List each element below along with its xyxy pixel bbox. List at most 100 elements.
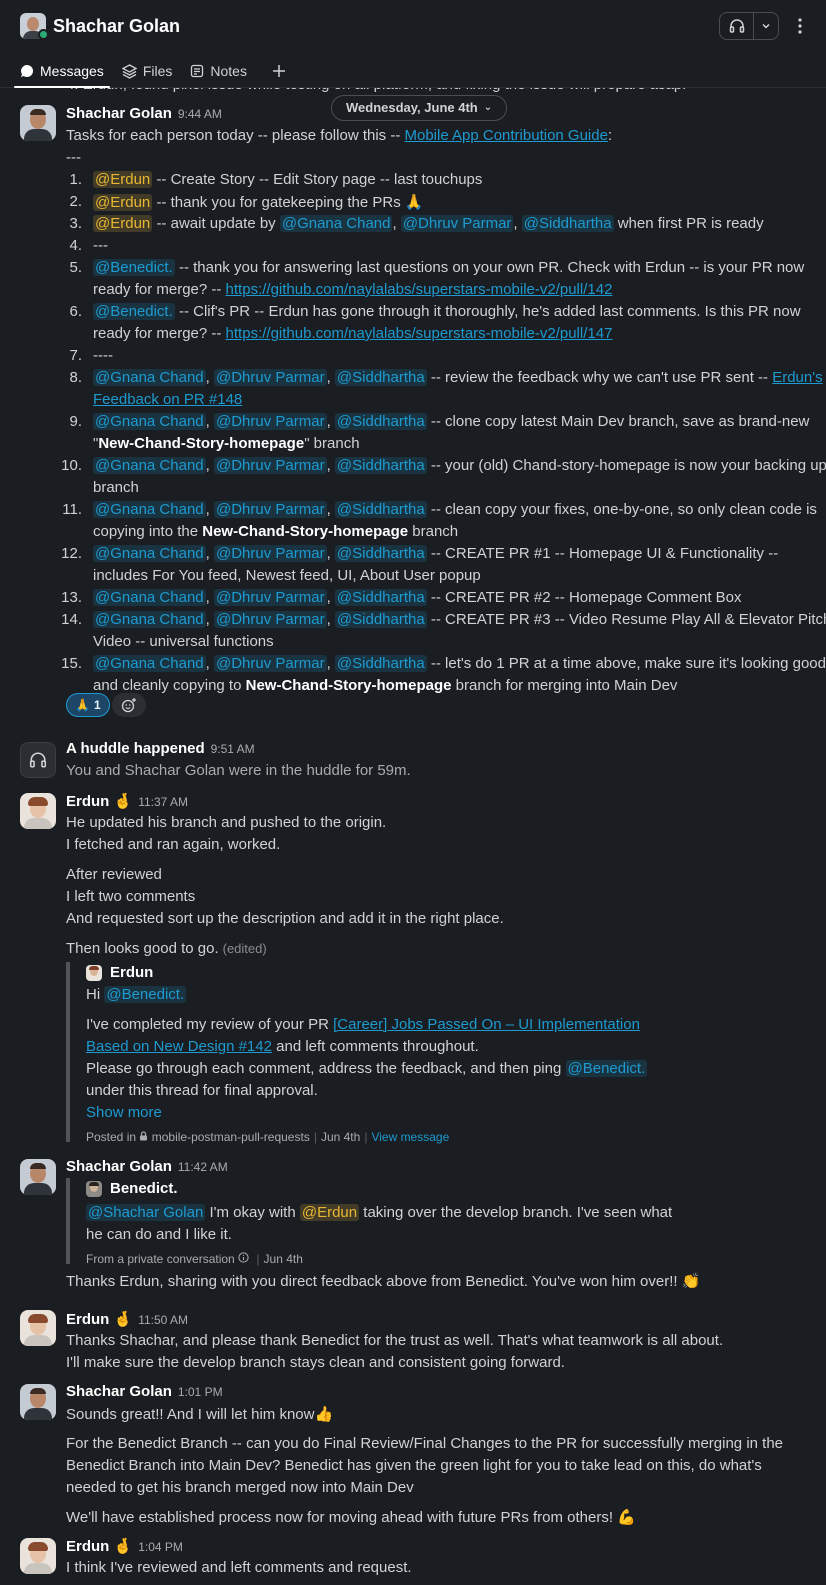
mention[interactable]: @Siddhartha [334, 589, 427, 606]
mention[interactable]: @Siddhartha [334, 413, 427, 430]
message-icon [21, 64, 34, 77]
headphones-icon[interactable] [720, 13, 754, 39]
mention[interactable]: @Erdun [93, 171, 153, 188]
date-divider[interactable]: Wednesday, June 4th ⌄ [331, 95, 508, 121]
mention[interactable]: @Siddhartha [334, 369, 427, 386]
author-name[interactable]: Shachar Golan [66, 1158, 172, 1175]
list-item: @Gnana Chand, @Dhruv Parmar, @Siddhartha… [93, 501, 817, 518]
avatar[interactable] [20, 793, 56, 829]
mention[interactable]: @Benedict. [104, 986, 187, 1003]
timestamp[interactable]: 11:50 AM [138, 1313, 188, 1327]
mention[interactable]: @Dhruv Parmar [213, 655, 327, 672]
mention[interactable]: @Shachar Golan [86, 1204, 206, 1221]
mention[interactable]: @Dhruv Parmar [213, 611, 327, 628]
show-more-link[interactable]: Show more [86, 1102, 162, 1124]
avatar[interactable] [20, 1538, 56, 1574]
author-name[interactable]: Shachar Golan [66, 105, 172, 122]
huddle-title: A huddle happened [66, 740, 205, 757]
mention[interactable]: @Dhruv Parmar [213, 413, 327, 430]
mention[interactable]: @Dhruv Parmar [400, 215, 514, 232]
mention[interactable]: @Benedict. [93, 259, 175, 276]
shared-message[interactable]: Erdun Hi @Benedict. I've completed my re… [66, 962, 648, 1144]
mention[interactable]: @Erdun [93, 215, 153, 232]
mention[interactable]: @Siddhartha [334, 501, 427, 518]
mention[interactable]: @Gnana Chand [93, 457, 206, 474]
list-item-continued: Video -- universal functions [93, 633, 274, 650]
timestamp[interactable]: 1:01 PM [178, 1385, 223, 1399]
chevron-down-icon: ⌄ [483, 102, 493, 113]
more-options-icon[interactable] [792, 14, 808, 38]
mention[interactable]: @Gnana Chand [93, 655, 206, 672]
add-reaction-icon[interactable] [112, 693, 146, 717]
mention[interactable]: @Siddhartha [521, 215, 614, 232]
date-label: Wednesday, June 4th [346, 100, 478, 115]
info-icon[interactable] [238, 1252, 249, 1266]
tab-messages[interactable]: Messages [14, 56, 110, 88]
message-header: Erdun 🤞 1:04 PM [66, 1535, 183, 1558]
shared-message[interactable]: Benedict. @Shachar Golan I'm okay with @… [66, 1178, 672, 1266]
pr-link[interactable]: https://github.com/naylalabs/superstars-… [226, 281, 613, 298]
quote-date[interactable]: Jun 4th [264, 1252, 303, 1266]
list-item: @Erdun -- Create Story -- Edit Story pag… [93, 171, 483, 188]
author-name[interactable]: Erdun [66, 793, 109, 810]
quote-text: I've completed my review of your PR [Car… [86, 1016, 640, 1033]
timestamp[interactable]: 11:42 AM [178, 1160, 228, 1174]
avatar[interactable] [20, 105, 56, 141]
timestamp[interactable]: 9:44 AM [178, 107, 222, 121]
mention[interactable]: @Gnana Chand [93, 611, 206, 628]
author-name[interactable]: Shachar Golan [66, 1383, 172, 1400]
author-name[interactable]: Erdun [66, 1538, 109, 1555]
avatar[interactable] [20, 1159, 56, 1195]
tab-notes[interactable]: Notes [190, 56, 247, 86]
guide-link[interactable]: Mobile App Contribution Guide [404, 127, 607, 144]
lock-icon [139, 1130, 148, 1144]
mention[interactable]: @Siddhartha [334, 611, 427, 628]
mention[interactable]: @Dhruv Parmar [213, 501, 327, 518]
mention[interactable]: @Gnana Chand [279, 215, 393, 232]
list-item-continued: branch [93, 479, 139, 496]
mention[interactable]: @Erdun [93, 194, 153, 211]
pr-link[interactable]: [Career] Jobs Passed On – UI Implementat… [333, 1016, 640, 1033]
chevron-down-icon[interactable] [754, 13, 778, 39]
feedback-link[interactable]: Feedback on PR #148 [93, 391, 242, 408]
timestamp[interactable]: 11:37 AM [138, 795, 188, 809]
mention[interactable]: @Benedict. [565, 1060, 648, 1077]
author-name[interactable]: Erdun [66, 1311, 109, 1328]
quote-author[interactable]: Erdun [110, 962, 153, 984]
mention[interactable]: @Gnana Chand [93, 369, 206, 386]
mention[interactable]: @Gnana Chand [93, 413, 206, 430]
mention[interactable]: @Siddhartha [334, 457, 427, 474]
timestamp[interactable]: 9:51 AM [211, 742, 255, 756]
mention[interactable]: @Dhruv Parmar [213, 545, 327, 562]
list-item: @Gnana Chand, @Dhruv Parmar, @Siddhartha… [93, 611, 826, 628]
avatar[interactable] [20, 1384, 56, 1420]
pr-link[interactable]: Based on New Design #142 [86, 1038, 272, 1055]
timestamp[interactable]: 1:04 PM [138, 1540, 183, 1554]
add-tab-icon[interactable] [269, 56, 289, 86]
mention[interactable]: @Siddhartha [334, 655, 427, 672]
quote-text: Based on New Design #142 and left commen… [86, 1038, 479, 1055]
files-icon [121, 63, 137, 79]
avatar[interactable] [20, 1310, 56, 1346]
quote-text: Please go through each comment, address … [86, 1060, 648, 1077]
view-message-link[interactable]: View message [371, 1130, 449, 1144]
mention[interactable]: @Erdun [299, 1204, 360, 1221]
mention[interactable]: @Gnana Chand [93, 589, 206, 606]
mention[interactable]: @Dhruv Parmar [213, 589, 327, 606]
quote-date[interactable]: Jun 4th [321, 1130, 360, 1144]
list-number: 14. [61, 611, 82, 628]
mention[interactable]: @Siddhartha [334, 545, 427, 562]
pr-link[interactable]: https://github.com/naylalabs/superstars-… [226, 325, 613, 342]
mention[interactable]: @Gnana Chand [93, 545, 206, 562]
channel-link[interactable]: mobile-postman-pull-requests [152, 1130, 310, 1144]
mention[interactable]: @Dhruv Parmar [213, 369, 327, 386]
huddle-button[interactable] [719, 12, 779, 40]
dm-title[interactable]: Shachar Golan [53, 14, 180, 38]
mention[interactable]: @Gnana Chand [93, 501, 206, 518]
quote-author[interactable]: Benedict. [110, 1178, 178, 1200]
reaction-pill[interactable]: 🙏 1 [66, 693, 110, 717]
tab-files[interactable]: Files [121, 56, 172, 86]
mention[interactable]: @Dhruv Parmar [213, 457, 327, 474]
mention[interactable]: @Benedict. [93, 303, 175, 320]
feedback-link[interactable]: Erdun's [772, 369, 822, 386]
